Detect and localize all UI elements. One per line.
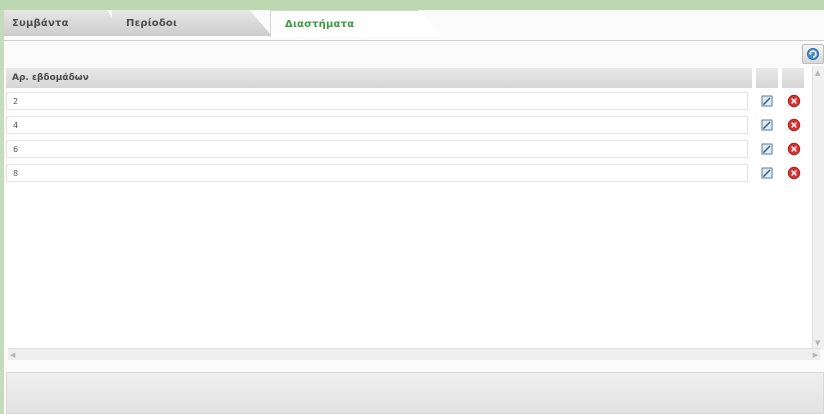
table-row[interactable]: 8 [6,162,806,184]
weeks-value: 6 [13,144,19,154]
tab-intervals-label: Διαστήματα [285,18,355,30]
scroll-right-arrow-icon[interactable]: ▶ [813,350,818,360]
edit-icon[interactable] [760,166,774,180]
tab-periods-label: Περίοδοι [126,17,178,29]
column-header-label: Αρ. εβδομάδων [12,73,89,83]
horizontal-scrollbar[interactable]: ◀ ▶ [8,348,820,360]
table-row[interactable]: 2 [6,90,806,112]
tab-events[interactable]: Συμβάντα [4,10,124,36]
table-row[interactable]: 6 [6,138,806,160]
weeks-value: 2 [13,96,19,106]
scroll-up-arrow-icon[interactable]: ▲ [815,68,820,78]
weeks-value: 4 [13,120,19,130]
table-row[interactable]: 4 [6,114,806,136]
edit-icon[interactable] [760,142,774,156]
delete-icon[interactable] [787,142,801,156]
column-header-weeks[interactable]: Αρ. εβδομάδων [6,68,752,88]
weeks-cell: 2 [6,92,748,110]
weeks-value: 8 [13,168,19,178]
delete-icon[interactable] [787,94,801,108]
grid-header: Αρ. εβδομάδων [6,68,818,88]
scroll-left-arrow-icon[interactable]: ◀ [10,350,15,360]
column-header-delete [782,68,804,88]
top-frame-band [0,0,824,10]
edit-icon[interactable] [760,94,774,108]
refresh-button[interactable] [802,44,824,64]
vertical-scrollbar[interactable]: ▲ ▼ [812,66,824,350]
column-header-edit [756,68,778,88]
weeks-cell: 8 [6,164,748,182]
intervals-grid: Αρ. εβδομάδων 2 4 6 8 [6,68,818,348]
delete-icon[interactable] [787,166,801,180]
scroll-down-arrow-icon[interactable]: ▼ [815,338,820,348]
tab-events-label: Συμβάντα [12,17,69,29]
delete-icon[interactable] [787,118,801,132]
tab-intervals[interactable]: Διαστήματα [270,10,444,37]
weeks-cell: 6 [6,140,748,158]
weeks-cell: 4 [6,116,748,134]
refresh-icon [807,48,819,60]
tab-periods[interactable]: Περίοδοι [112,10,272,36]
bottom-panel [6,372,824,414]
edit-icon[interactable] [760,118,774,132]
